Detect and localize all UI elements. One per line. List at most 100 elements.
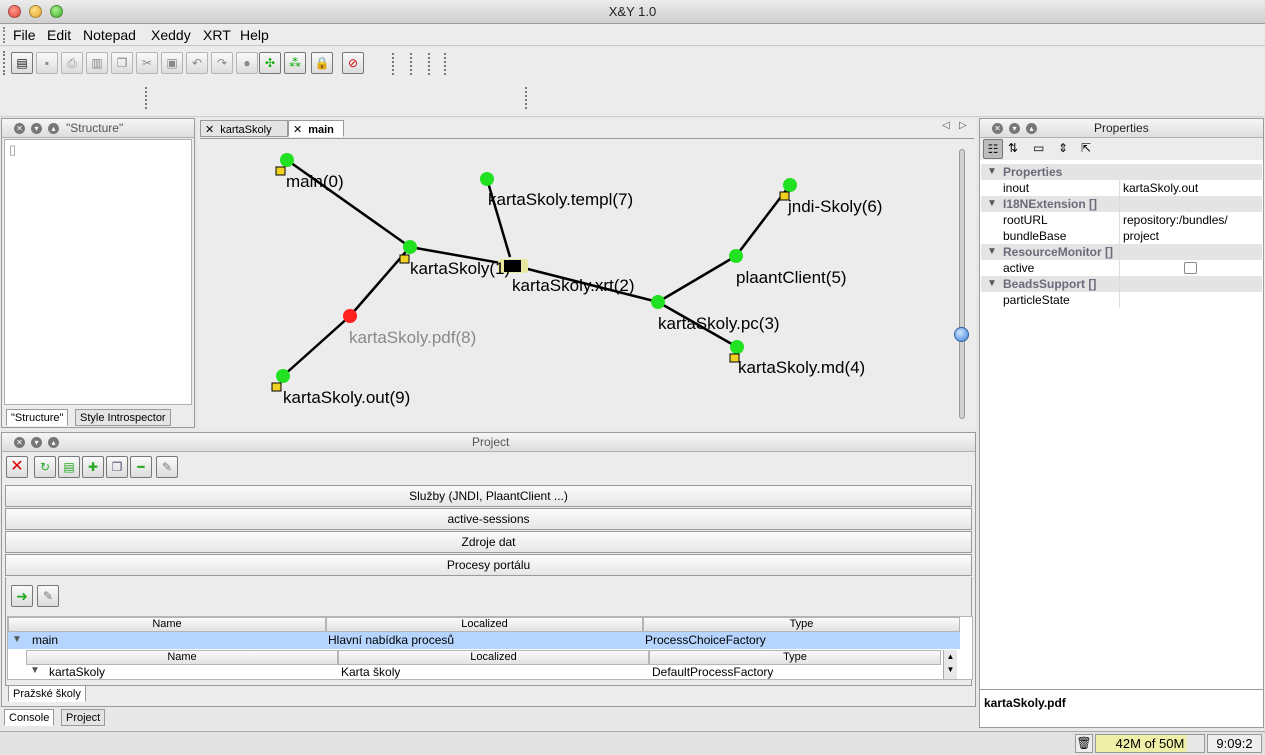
- property-row-particlestate[interactable]: particleState: [981, 292, 1262, 308]
- group-active-sessions[interactable]: active-sessions: [5, 508, 972, 530]
- property-group[interactable]: ▼ BeadsSupport []: [981, 276, 1262, 292]
- layout-icon[interactable]: ✣: [259, 52, 281, 74]
- node-jndi[interactable]: [783, 178, 797, 192]
- categorized-icon[interactable]: ☷: [983, 139, 1003, 159]
- delete-icon[interactable]: ✕: [6, 456, 28, 478]
- tab-kartaskoly[interactable]: ✕ kartaSkoly: [200, 120, 288, 137]
- maximize-icon[interactable]: ▴: [48, 437, 59, 448]
- node-out[interactable]: [276, 369, 290, 383]
- no-pdf-icon[interactable]: ⊘: [342, 52, 364, 74]
- edit-icon[interactable]: ✎: [156, 456, 178, 478]
- maximize-icon[interactable]: ▴: [48, 123, 59, 134]
- table-row-kartaskoly[interactable]: ▼ kartaSkoly Karta školy DefaultProcessF…: [26, 665, 941, 679]
- collapse-icon[interactable]: ▼: [987, 164, 997, 180]
- cut-icon[interactable]: ✂: [136, 52, 158, 74]
- menu-xeddy[interactable]: Xeddy: [151, 27, 191, 43]
- minimize-icon[interactable]: ▾: [31, 437, 42, 448]
- node-md[interactable]: [730, 340, 744, 354]
- description-icon[interactable]: ▭: [1033, 141, 1044, 155]
- property-row-inout[interactable]: inout kartaSkoly.out: [981, 180, 1262, 196]
- cell-type: ProcessChoiceFactory: [645, 633, 766, 647]
- subcolumn-header-type[interactable]: Type: [649, 650, 941, 665]
- collapse-icon[interactable]: ▼: [987, 276, 997, 292]
- tab-prazske-skoly[interactable]: Pražské školy: [8, 685, 86, 702]
- group-zdroje-dat[interactable]: Zdroje dat: [5, 531, 972, 553]
- save-icon[interactable]: ▪: [36, 52, 58, 74]
- menu-file[interactable]: File: [13, 27, 36, 43]
- add-file-icon[interactable]: ▤: [58, 456, 80, 478]
- property-row-bundlebase[interactable]: bundleBase project: [981, 228, 1262, 244]
- table-row-main[interactable]: ▼ main Hlavní nabídka procesů ProcessCho…: [8, 632, 960, 649]
- maximize-icon[interactable]: ▴: [1026, 123, 1037, 134]
- node-kartaskoly[interactable]: [403, 240, 417, 254]
- menu-xrt[interactable]: XRT: [203, 27, 231, 43]
- zoom-slider-thumb[interactable]: [954, 327, 969, 342]
- collapse-icon[interactable]: ▼: [987, 196, 997, 212]
- close-icon[interactable]: ✕: [205, 124, 214, 136]
- new-icon[interactable]: ▤: [11, 52, 33, 74]
- expand-all-icon[interactable]: ⇕: [1058, 141, 1068, 155]
- tab-style-introspector[interactable]: Style Introspector: [75, 409, 171, 426]
- node-pdf[interactable]: [343, 309, 357, 323]
- structure-tree[interactable]: ▯: [4, 139, 192, 405]
- edit-icon[interactable]: ✎: [37, 585, 59, 607]
- subcolumn-header-localized[interactable]: Localized: [338, 650, 649, 665]
- minimize-icon[interactable]: ▾: [31, 123, 42, 134]
- property-row-active[interactable]: active: [981, 260, 1262, 276]
- zoom-slider-track[interactable]: [959, 149, 965, 419]
- tab-console[interactable]: Console: [4, 709, 55, 726]
- scroll-tabs-left-icon[interactable]: ◁: [942, 120, 950, 131]
- node-plaantclient[interactable]: [729, 249, 743, 263]
- minimize-icon[interactable]: ▾: [1009, 123, 1020, 134]
- group-sluzby[interactable]: Služby (JNDI, PlaantClient ...): [5, 485, 972, 507]
- group-procesy-portalu[interactable]: Procesy portálu: [5, 554, 972, 576]
- property-group[interactable]: ▼ Properties: [981, 164, 1262, 180]
- node-templ[interactable]: [480, 172, 494, 186]
- remove-icon[interactable]: ━: [130, 456, 152, 478]
- add-icon[interactable]: ✚: [82, 456, 104, 478]
- expand-icon[interactable]: ▼: [30, 665, 40, 679]
- copy-icon[interactable]: ❐: [111, 52, 133, 74]
- clock: 9:09:2: [1207, 734, 1262, 753]
- sort-alpha-icon[interactable]: ⇅: [1008, 141, 1018, 155]
- table-scrollbar[interactable]: ▲ ▼: [943, 650, 957, 679]
- relayout-icon[interactable]: ⁂: [284, 52, 306, 74]
- scroll-tabs-right-icon[interactable]: ▷: [959, 120, 967, 131]
- tab-project[interactable]: Project: [61, 709, 106, 726]
- column-header-localized[interactable]: Localized: [326, 617, 643, 632]
- column-header-name[interactable]: Name: [8, 617, 326, 632]
- property-group[interactable]: ▼ ResourceMonitor []: [981, 244, 1262, 260]
- property-row-rooturl[interactable]: rootURL repository:/bundles/: [981, 212, 1262, 228]
- active-checkbox[interactable]: [1184, 262, 1197, 274]
- print-preview-icon[interactable]: ▥: [86, 52, 108, 74]
- refresh-icon[interactable]: ↻: [34, 456, 56, 478]
- close-icon[interactable]: ✕: [293, 124, 302, 136]
- expand-icon[interactable]: ▼: [12, 632, 22, 648]
- menu-edit[interactable]: Edit: [47, 27, 71, 43]
- column-header-type[interactable]: Type: [643, 617, 960, 632]
- collapse-all-icon[interactable]: ⇱: [1081, 141, 1091, 155]
- redo-icon[interactable]: ↷: [211, 52, 233, 74]
- lock-icon[interactable]: 🔒: [311, 52, 333, 74]
- tab-main[interactable]: ✕ main: [288, 120, 344, 137]
- paste-icon[interactable]: ▣: [161, 52, 183, 74]
- close-icon[interactable]: ✕: [14, 437, 25, 448]
- print-icon[interactable]: ⎙: [61, 52, 83, 74]
- tab-structure[interactable]: "Structure": [6, 409, 69, 426]
- property-group[interactable]: ▼ I18NExtension []: [981, 196, 1262, 212]
- help-icon[interactable]: ●: [236, 52, 258, 74]
- toolbar-separator: [428, 53, 430, 75]
- undo-icon[interactable]: ↶: [186, 52, 208, 74]
- close-icon[interactable]: ✕: [14, 123, 25, 134]
- menu-help[interactable]: Help: [240, 27, 269, 43]
- copy-icon[interactable]: ❐: [106, 456, 128, 478]
- graph-canvas[interactable]: main(0) kartaSkoly.templ(7) jndi-Skoly(6…: [200, 138, 974, 426]
- node-main[interactable]: [280, 153, 294, 167]
- run-arrow-icon[interactable]: ➜: [11, 585, 33, 607]
- garbage-collect-icon[interactable]: 🗑: [1075, 734, 1093, 753]
- menu-notepad[interactable]: Notepad: [83, 27, 136, 43]
- node-pc[interactable]: [651, 295, 665, 309]
- collapse-icon[interactable]: ▼: [987, 244, 997, 260]
- close-icon[interactable]: ✕: [992, 123, 1003, 134]
- subcolumn-header-name[interactable]: Name: [26, 650, 338, 665]
